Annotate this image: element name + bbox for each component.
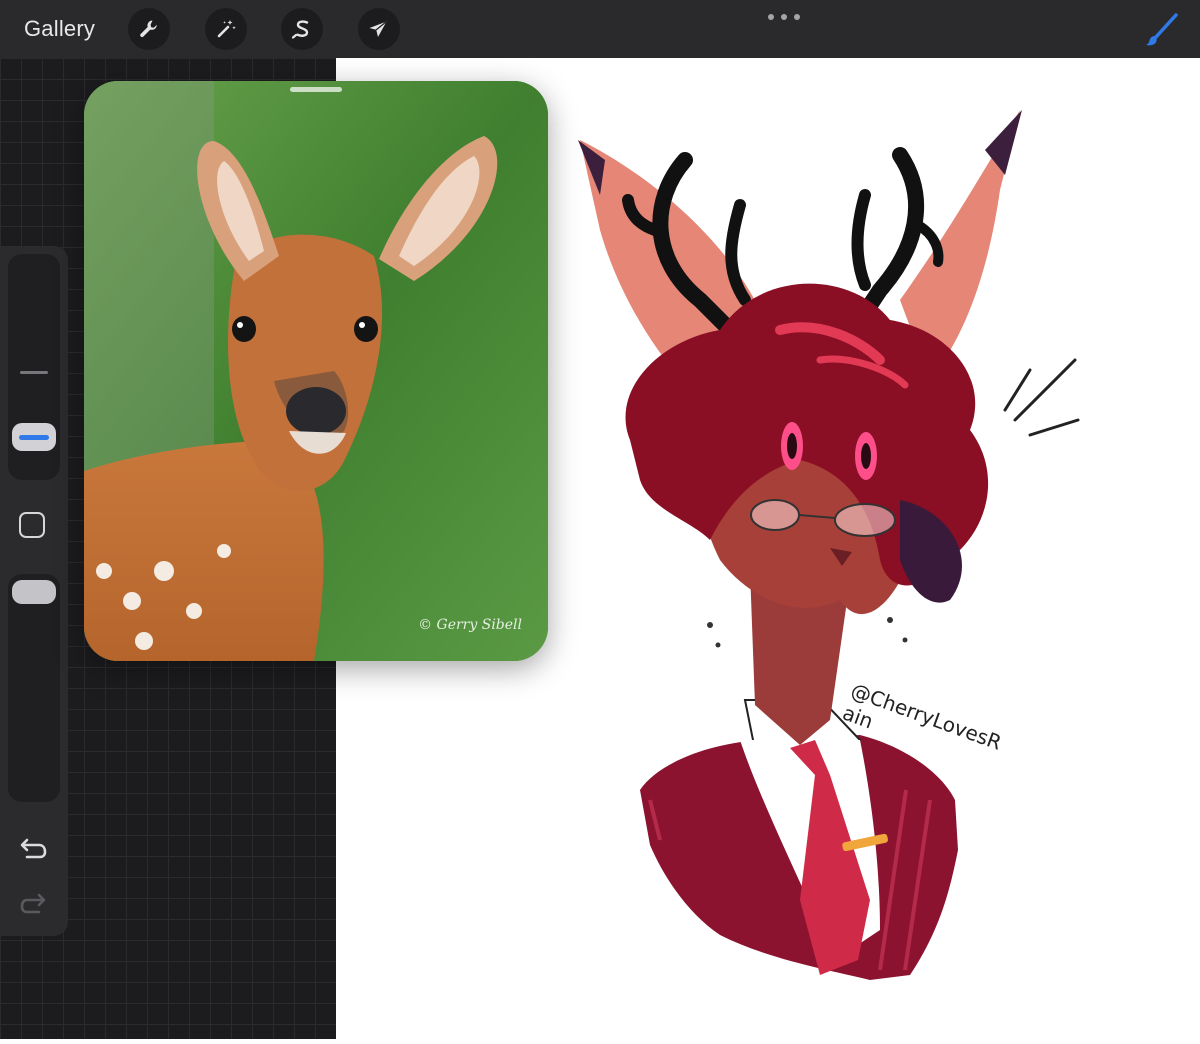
size-marker [20, 371, 48, 374]
brush-icon [1146, 13, 1178, 46]
sidebar [0, 246, 68, 936]
reference-deer-image [84, 81, 548, 661]
magic-wand-icon [217, 20, 236, 38]
gallery-button[interactable]: Gallery [24, 14, 95, 44]
opacity-handle[interactable] [12, 580, 56, 604]
reference-window[interactable]: © Gerry Sibell [84, 81, 548, 661]
transform-arrow-icon [369, 21, 387, 37]
undo-icon [20, 838, 47, 859]
redo-button[interactable] [19, 886, 49, 916]
wrench-icon [140, 20, 157, 38]
opacity-slider[interactable] [8, 574, 60, 802]
more-dots-icon[interactable] [768, 12, 800, 22]
selection-button[interactable] [281, 8, 323, 50]
undo-button[interactable] [19, 831, 49, 861]
square-modify-icon[interactable] [19, 512, 45, 538]
adjustments-button[interactable] [205, 8, 247, 50]
transform-button[interactable] [358, 8, 400, 50]
reference-drag-handle[interactable] [290, 87, 342, 92]
brush-tool-button[interactable] [1142, 12, 1182, 48]
reference-watermark: © Gerry Sibell [418, 617, 522, 633]
top-toolbar: Gallery [0, 0, 1200, 58]
brush-size-slider[interactable] [8, 254, 60, 480]
redo-icon [20, 893, 46, 914]
selection-s-icon [291, 20, 309, 39]
brush-size-handle[interactable] [12, 423, 56, 451]
actions-button[interactable] [128, 8, 170, 50]
